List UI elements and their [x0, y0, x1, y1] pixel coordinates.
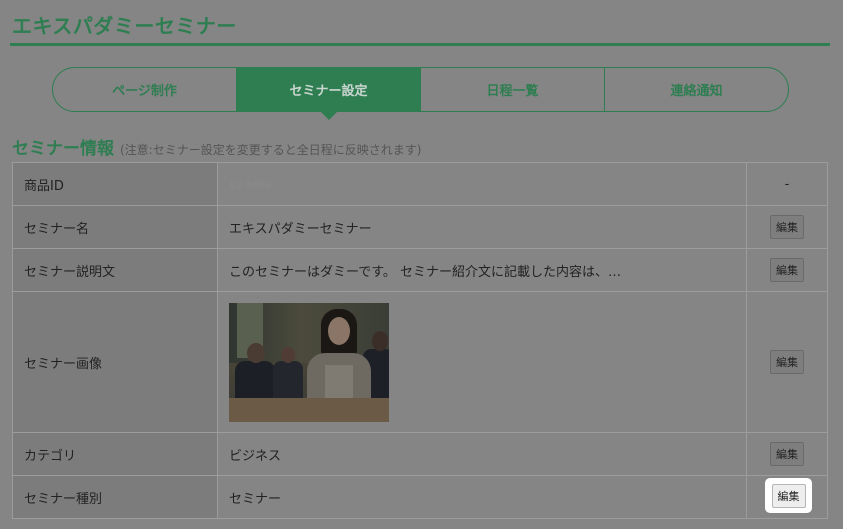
edit-image-button[interactable]: 編集	[770, 350, 804, 374]
row-value	[217, 291, 747, 433]
row-action: 編集	[746, 291, 828, 433]
table-row: カテゴリ ビジネス 編集	[12, 432, 828, 476]
row-label: セミナー種別	[12, 475, 218, 519]
row-action: 編集	[746, 205, 828, 249]
table-row: セミナー画像 編集	[12, 291, 828, 433]
row-label: セミナー名	[12, 205, 218, 249]
row-action: 編集	[746, 432, 828, 476]
table-row: 商品ID 123456 -	[12, 162, 828, 206]
row-value: エキスパダミーセミナー	[217, 205, 747, 249]
tab-bar: ページ制作 セミナー設定 日程一覧 連絡通知	[52, 67, 789, 120]
tab-page-creation[interactable]: ページ制作	[53, 68, 237, 111]
edit-seminar-name-button[interactable]: 編集	[770, 215, 804, 239]
table-row: セミナー説明文 このセミナーはダミーです。 セミナー紹介文に記載した内容は、… …	[12, 248, 828, 292]
section-note: (注意:セミナー設定を変更すると全日程に反映されます)	[120, 143, 422, 157]
section-title: セミナー情報	[12, 139, 114, 159]
table-row: セミナー種別 セミナー	[12, 475, 828, 519]
page-title: エキスパダミーセミナー	[12, 14, 237, 38]
row-label: セミナー画像	[12, 291, 218, 433]
row-value: 123456	[217, 162, 747, 206]
row-value: セミナー	[217, 475, 747, 519]
row-value: このセミナーはダミーです。 セミナー紹介文に記載した内容は、…	[217, 248, 747, 292]
edit-description-button[interactable]: 編集	[770, 258, 804, 282]
title-divider	[10, 43, 830, 46]
tab-notifications[interactable]: 連絡通知	[605, 68, 788, 111]
highlighted-edit-area: 編集	[765, 478, 812, 513]
row-value: ビジネス	[217, 432, 747, 476]
row-action: 編集	[746, 248, 828, 292]
table-row: セミナー名 エキスパダミーセミナー 編集	[12, 205, 828, 249]
row-label: 商品ID	[12, 162, 218, 206]
row-action-none: -	[746, 162, 828, 206]
section-heading: セミナー情報 (注意:セミナー設定を変更すると全日程に反映されます)	[12, 134, 421, 159]
row-label: セミナー説明文	[12, 248, 218, 292]
seminar-photo	[229, 302, 389, 422]
product-id-value: 123456	[229, 179, 274, 191]
tab-seminar-settings[interactable]: セミナー設定	[237, 68, 421, 120]
tab-schedule-list[interactable]: 日程一覧	[421, 68, 605, 111]
edit-seminar-type-button[interactable]: 編集	[771, 483, 806, 508]
edit-category-button[interactable]: 編集	[770, 442, 804, 466]
row-label: カテゴリ	[12, 432, 218, 476]
seminar-info-table: 商品ID 123456 - セミナー名 エキスパダミーセミナー 編集 セミナー説…	[12, 162, 828, 519]
